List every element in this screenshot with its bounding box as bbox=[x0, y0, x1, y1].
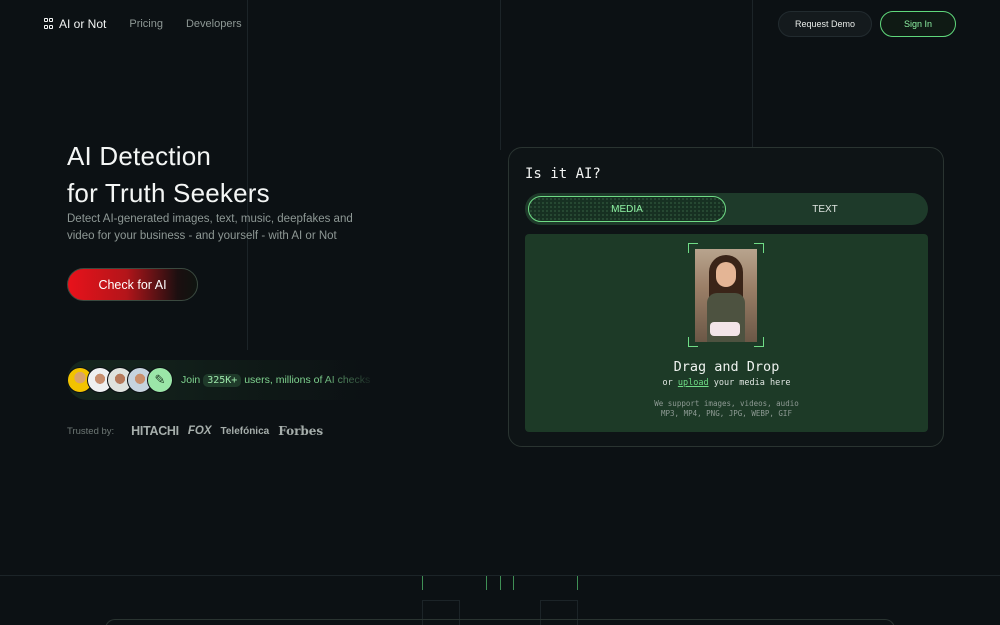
supported-extensions: MP3, MP4, PNG, JPG, WEBP, GIF bbox=[661, 409, 792, 418]
nav-link-developers[interactable]: Developers bbox=[186, 18, 242, 30]
check-for-ai-button[interactable]: Check for AI bbox=[67, 268, 198, 301]
supported-types: We support images, videos, audio bbox=[654, 399, 799, 408]
user-count-badge: 325K+ bbox=[203, 374, 242, 387]
brand-logo[interactable]: AI or Not bbox=[44, 17, 106, 31]
trusted-label: Trusted by: bbox=[67, 425, 115, 437]
brand-name: AI or Not bbox=[59, 17, 107, 31]
request-demo-button[interactable]: Request Demo bbox=[777, 11, 872, 37]
accent-tick bbox=[486, 576, 487, 590]
upload-link[interactable]: upload bbox=[678, 378, 709, 388]
next-section-edge bbox=[105, 619, 895, 625]
tab-media[interactable]: MEDIA bbox=[528, 196, 726, 222]
brand-forbes: Forbes bbox=[278, 424, 324, 438]
drop-sub-suffix: your media here bbox=[713, 378, 791, 388]
nav-link-pricing[interactable]: Pricing bbox=[129, 18, 163, 30]
hero-title-line-2: for Truth Seekers bbox=[67, 178, 270, 208]
logo-icon bbox=[44, 18, 54, 30]
accent-tick bbox=[513, 576, 514, 590]
sample-image-frame bbox=[688, 243, 764, 347]
accent-tick bbox=[500, 576, 501, 590]
hero-subtitle: Detect AI-generated images, text, music,… bbox=[67, 213, 353, 242]
sample-photo bbox=[695, 249, 757, 342]
accent-tick bbox=[422, 576, 423, 590]
social-proof: ✎ Join 325K+ users, millions of AI check… bbox=[67, 360, 377, 400]
top-nav: AI or Not Pricing Developers Request Dem… bbox=[44, 0, 956, 48]
accent-tick bbox=[577, 576, 578, 590]
proof-prefix: Join bbox=[181, 374, 201, 386]
supported-formats: We support images, videos, audio MP3, MP… bbox=[525, 399, 928, 419]
drop-title: Drag and Drop bbox=[673, 359, 780, 375]
avatar-user-icon: ✎ bbox=[147, 367, 173, 393]
media-type-toggle: MEDIA TEXT bbox=[525, 193, 928, 225]
ai-detector-card: Is it AI? MEDIA TEXT Drag and Drop or up… bbox=[508, 147, 944, 447]
hero-title-line-1: AI Detection bbox=[67, 141, 212, 171]
tab-media-label: MEDIA bbox=[611, 203, 643, 215]
hero-title: AI Detection for Truth Seekers bbox=[67, 138, 270, 212]
brand-hitachi: HITACHI bbox=[131, 424, 179, 438]
sign-in-button[interactable]: Sign In bbox=[880, 11, 956, 37]
fade-overlay bbox=[317, 360, 377, 400]
user-avatars: ✎ bbox=[67, 367, 173, 393]
detector-title: Is it AI? bbox=[525, 166, 601, 182]
brand-telefonica: Telefónica bbox=[220, 425, 270, 437]
drop-zone[interactable]: Drag and Drop or upload your media here … bbox=[525, 234, 928, 432]
tab-text[interactable]: TEXT bbox=[725, 196, 925, 222]
brand-fox: FOX bbox=[187, 425, 212, 437]
drop-sub-prefix: or bbox=[662, 378, 673, 388]
drop-subtitle: or upload your media here bbox=[525, 378, 928, 388]
trusted-by: Trusted by: HITACHI FOX Telefónica Forbe… bbox=[67, 424, 332, 438]
